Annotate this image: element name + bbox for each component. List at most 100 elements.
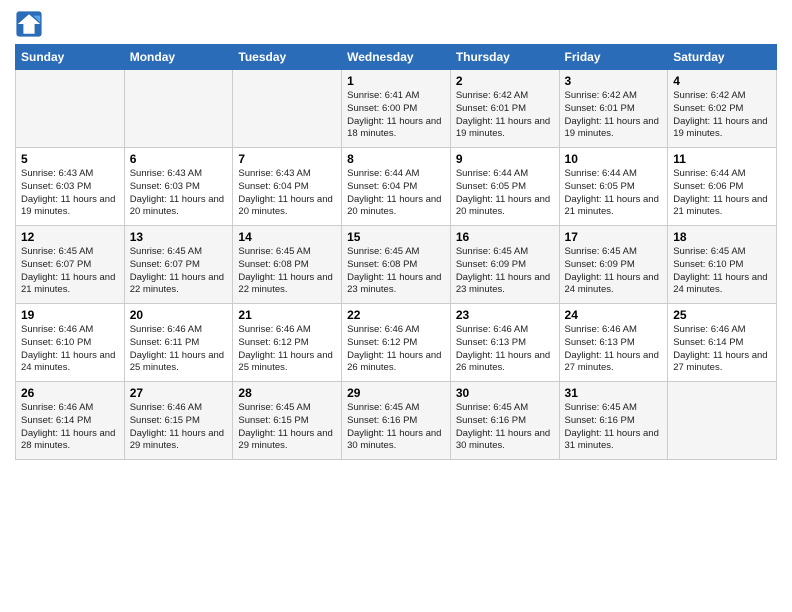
calendar-cell: 13 Sunrise: 6:45 AMSunset: 6:07 PMDayligh… bbox=[124, 226, 233, 304]
day-number: 27 bbox=[130, 386, 228, 400]
day-info: Sunrise: 6:46 AMSunset: 6:14 PMDaylight:… bbox=[673, 324, 771, 375]
day-number: 8 bbox=[347, 152, 445, 166]
day-number: 30 bbox=[456, 386, 554, 400]
calendar-cell: 16 Sunrise: 6:45 AMSunset: 6:09 PMDayligh… bbox=[450, 226, 559, 304]
calendar-cell: 1 Sunrise: 6:41 AMSunset: 6:00 PMDaylight… bbox=[342, 70, 451, 148]
calendar-cell: 27 Sunrise: 6:46 AMSunset: 6:15 PMDayligh… bbox=[124, 382, 233, 460]
day-number: 6 bbox=[130, 152, 228, 166]
day-number: 25 bbox=[673, 308, 771, 322]
day-number: 18 bbox=[673, 230, 771, 244]
day-header-saturday: Saturday bbox=[668, 45, 777, 70]
day-info: Sunrise: 6:45 AMSunset: 6:16 PMDaylight:… bbox=[565, 402, 663, 453]
day-info: Sunrise: 6:42 AMSunset: 6:02 PMDaylight:… bbox=[673, 90, 771, 141]
calendar-cell: 23 Sunrise: 6:46 AMSunset: 6:13 PMDayligh… bbox=[450, 304, 559, 382]
day-info: Sunrise: 6:43 AMSunset: 6:04 PMDaylight:… bbox=[238, 168, 336, 219]
day-number: 11 bbox=[673, 152, 771, 166]
day-number: 20 bbox=[130, 308, 228, 322]
day-number: 15 bbox=[347, 230, 445, 244]
day-info: Sunrise: 6:45 AMSunset: 6:09 PMDaylight:… bbox=[456, 246, 554, 297]
day-number: 23 bbox=[456, 308, 554, 322]
calendar-cell: 29 Sunrise: 6:45 AMSunset: 6:16 PMDayligh… bbox=[342, 382, 451, 460]
day-number: 22 bbox=[347, 308, 445, 322]
day-info: Sunrise: 6:44 AMSunset: 6:05 PMDaylight:… bbox=[565, 168, 663, 219]
logo-icon bbox=[15, 10, 43, 38]
week-row-2: 5 Sunrise: 6:43 AMSunset: 6:03 PMDaylight… bbox=[16, 148, 777, 226]
day-header-wednesday: Wednesday bbox=[342, 45, 451, 70]
day-info: Sunrise: 6:44 AMSunset: 6:04 PMDaylight:… bbox=[347, 168, 445, 219]
day-number: 5 bbox=[21, 152, 119, 166]
day-info: Sunrise: 6:46 AMSunset: 6:15 PMDaylight:… bbox=[130, 402, 228, 453]
calendar-cell: 3 Sunrise: 6:42 AMSunset: 6:01 PMDaylight… bbox=[559, 70, 668, 148]
calendar-cell: 9 Sunrise: 6:44 AMSunset: 6:05 PMDaylight… bbox=[450, 148, 559, 226]
calendar-cell: 22Sunrise: 6:46 AMSunset: 6:12 PMDayligh… bbox=[342, 304, 451, 382]
calendar-cell: 8 Sunrise: 6:44 AMSunset: 6:04 PMDaylight… bbox=[342, 148, 451, 226]
day-info: Sunrise: 6:44 AMSunset: 6:05 PMDaylight:… bbox=[456, 168, 554, 219]
day-info: Sunrise: 6:43 AMSunset: 6:03 PMDaylight:… bbox=[130, 168, 228, 219]
day-header-sunday: Sunday bbox=[16, 45, 125, 70]
calendar-cell: 10Sunrise: 6:44 AMSunset: 6:05 PMDayligh… bbox=[559, 148, 668, 226]
calendar-cell: 31 Sunrise: 6:45 AMSunset: 6:16 PMDayligh… bbox=[559, 382, 668, 460]
day-info: Sunrise: 6:45 AMSunset: 6:16 PMDaylight:… bbox=[347, 402, 445, 453]
calendar-cell: 19 Sunrise: 6:46 AMSunset: 6:10 PMDayligh… bbox=[16, 304, 125, 382]
day-info: Sunrise: 6:44 AMSunset: 6:06 PMDaylight:… bbox=[673, 168, 771, 219]
calendar-cell: 24Sunrise: 6:46 AMSunset: 6:13 PMDayligh… bbox=[559, 304, 668, 382]
calendar-cell: 21 Sunrise: 6:46 AMSunset: 6:12 PMDayligh… bbox=[233, 304, 342, 382]
day-info: Sunrise: 6:46 AMSunset: 6:10 PMDaylight:… bbox=[21, 324, 119, 375]
day-info: Sunrise: 6:42 AMSunset: 6:01 PMDaylight:… bbox=[565, 90, 663, 141]
day-number: 31 bbox=[565, 386, 663, 400]
day-number: 2 bbox=[456, 74, 554, 88]
day-info: Sunrise: 6:46 AMSunset: 6:12 PMDaylight:… bbox=[238, 324, 336, 375]
calendar-cell: 15 Sunrise: 6:45 AMSunset: 6:08 PMDayligh… bbox=[342, 226, 451, 304]
day-header-tuesday: Tuesday bbox=[233, 45, 342, 70]
day-number: 14 bbox=[238, 230, 336, 244]
day-header-monday: Monday bbox=[124, 45, 233, 70]
calendar-cell bbox=[233, 70, 342, 148]
day-number: 24 bbox=[565, 308, 663, 322]
calendar-cell: 28 Sunrise: 6:45 AMSunset: 6:15 PMDayligh… bbox=[233, 382, 342, 460]
calendar-cell bbox=[124, 70, 233, 148]
logo bbox=[15, 10, 46, 38]
day-header-thursday: Thursday bbox=[450, 45, 559, 70]
day-number: 26 bbox=[21, 386, 119, 400]
day-number: 7 bbox=[238, 152, 336, 166]
calendar-cell: 7 Sunrise: 6:43 AMSunset: 6:04 PMDaylight… bbox=[233, 148, 342, 226]
week-row-4: 19 Sunrise: 6:46 AMSunset: 6:10 PMDayligh… bbox=[16, 304, 777, 382]
day-header-friday: Friday bbox=[559, 45, 668, 70]
day-info: Sunrise: 6:45 AMSunset: 6:07 PMDaylight:… bbox=[130, 246, 228, 297]
days-header-row: SundayMondayTuesdayWednesdayThursdayFrid… bbox=[16, 45, 777, 70]
calendar-cell: 11 Sunrise: 6:44 AMSunset: 6:06 PMDayligh… bbox=[668, 148, 777, 226]
day-info: Sunrise: 6:45 AMSunset: 6:08 PMDaylight:… bbox=[238, 246, 336, 297]
day-number: 13 bbox=[130, 230, 228, 244]
calendar-cell: 5 Sunrise: 6:43 AMSunset: 6:03 PMDaylight… bbox=[16, 148, 125, 226]
day-info: Sunrise: 6:45 AMSunset: 6:15 PMDaylight:… bbox=[238, 402, 336, 453]
calendar-table: SundayMondayTuesdayWednesdayThursdayFrid… bbox=[15, 44, 777, 460]
day-info: Sunrise: 6:41 AMSunset: 6:00 PMDaylight:… bbox=[347, 90, 445, 141]
day-number: 1 bbox=[347, 74, 445, 88]
day-number: 3 bbox=[565, 74, 663, 88]
day-number: 19 bbox=[21, 308, 119, 322]
day-info: Sunrise: 6:45 AMSunset: 6:08 PMDaylight:… bbox=[347, 246, 445, 297]
day-number: 21 bbox=[238, 308, 336, 322]
week-row-3: 12Sunrise: 6:45 AMSunset: 6:07 PMDayligh… bbox=[16, 226, 777, 304]
day-number: 28 bbox=[238, 386, 336, 400]
day-number: 29 bbox=[347, 386, 445, 400]
calendar-cell: 6 Sunrise: 6:43 AMSunset: 6:03 PMDaylight… bbox=[124, 148, 233, 226]
calendar-cell bbox=[16, 70, 125, 148]
day-number: 4 bbox=[673, 74, 771, 88]
day-number: 9 bbox=[456, 152, 554, 166]
day-info: Sunrise: 6:45 AMSunset: 6:10 PMDaylight:… bbox=[673, 246, 771, 297]
week-row-1: 1 Sunrise: 6:41 AMSunset: 6:00 PMDaylight… bbox=[16, 70, 777, 148]
calendar-cell: 20Sunrise: 6:46 AMSunset: 6:11 PMDayligh… bbox=[124, 304, 233, 382]
day-info: Sunrise: 6:45 AMSunset: 6:07 PMDaylight:… bbox=[21, 246, 119, 297]
day-info: Sunrise: 6:45 AMSunset: 6:16 PMDaylight:… bbox=[456, 402, 554, 453]
calendar-cell: 4 Sunrise: 6:42 AMSunset: 6:02 PMDaylight… bbox=[668, 70, 777, 148]
day-number: 16 bbox=[456, 230, 554, 244]
calendar-cell: 30 Sunrise: 6:45 AMSunset: 6:16 PMDayligh… bbox=[450, 382, 559, 460]
day-info: Sunrise: 6:46 AMSunset: 6:13 PMDaylight:… bbox=[456, 324, 554, 375]
calendar-cell: 14 Sunrise: 6:45 AMSunset: 6:08 PMDayligh… bbox=[233, 226, 342, 304]
calendar-cell: 25 Sunrise: 6:46 AMSunset: 6:14 PMDayligh… bbox=[668, 304, 777, 382]
day-info: Sunrise: 6:43 AMSunset: 6:03 PMDaylight:… bbox=[21, 168, 119, 219]
calendar-cell: 12Sunrise: 6:45 AMSunset: 6:07 PMDayligh… bbox=[16, 226, 125, 304]
day-number: 17 bbox=[565, 230, 663, 244]
week-row-5: 26Sunrise: 6:46 AMSunset: 6:14 PMDayligh… bbox=[16, 382, 777, 460]
